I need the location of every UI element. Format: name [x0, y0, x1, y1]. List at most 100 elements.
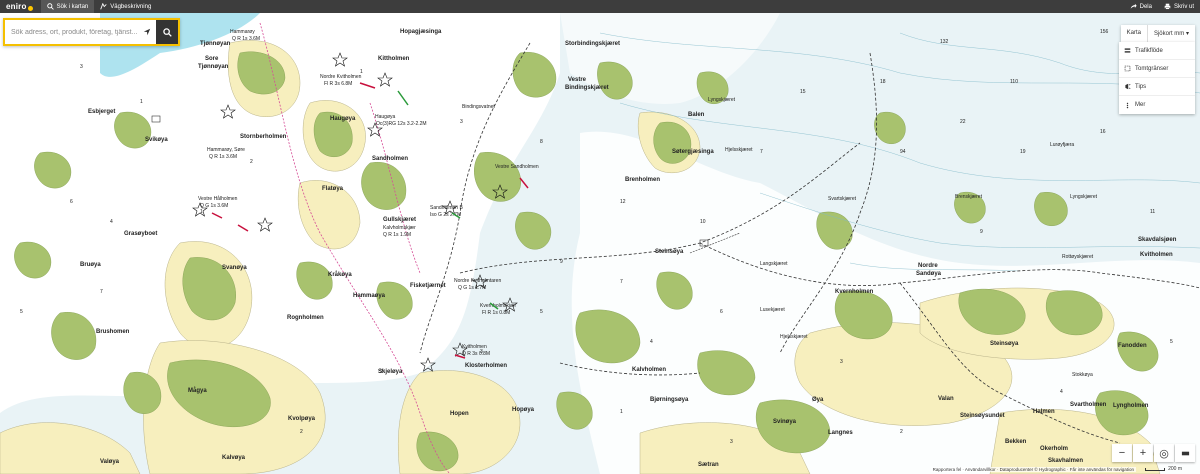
eniro-logo[interactable]: eniro [0, 2, 41, 11]
zoom-in-button[interactable]: + [1133, 444, 1153, 462]
location-arrow-icon [143, 28, 151, 36]
zoom-out-button[interactable]: − [1112, 444, 1132, 462]
svg-text:Q R 3s 0.8M: Q R 3s 0.8M [462, 351, 490, 357]
svg-text:Stokkøya: Stokkøya [1072, 372, 1093, 378]
maptype-selected-label: Sjökort mm [1153, 31, 1185, 37]
svg-text:11: 11 [1150, 209, 1155, 215]
svg-text:Storbindingskjæret: Storbindingskjæret [565, 41, 620, 47]
svg-text:9: 9 [980, 229, 983, 235]
layer-item-mer[interactable]: Mer [1119, 96, 1195, 114]
svg-text:Svartskjæret: Svartskjæret [828, 196, 857, 202]
traffic-icon [1124, 48, 1131, 53]
svg-text:132: 132 [940, 39, 949, 45]
svg-text:Svanøya: Svanøya [222, 265, 247, 271]
svg-text:Nordre Kvitholmtaren: Nordre Kvitholmtaren [454, 278, 501, 284]
svg-text:Nordre: Nordre [918, 263, 938, 269]
svg-text:Flatøya: Flatøya [322, 186, 344, 192]
svg-text:Brenholmen: Brenholmen [625, 177, 660, 183]
svg-text:Skavhalmen: Skavhalmen [1048, 458, 1083, 464]
layer-label: Tips [1135, 83, 1147, 90]
svg-text:Bekken: Bekken [1005, 439, 1027, 445]
svg-text:Fanodden: Fanodden [1118, 343, 1147, 349]
svg-text:Balen: Balen [688, 112, 705, 118]
svg-text:Kvernholmen: Kvernholmen [835, 289, 874, 295]
svg-text:Lyngskjæret: Lyngskjæret [1070, 194, 1098, 200]
svg-text:5: 5 [540, 309, 543, 315]
layer-label: Trafikflöde [1135, 47, 1163, 54]
share-button[interactable]: Dela [1124, 0, 1158, 13]
search-icon [46, 3, 54, 10]
svg-text:Stornberholmen: Stornberholmen [240, 134, 287, 140]
logo-dot-icon [27, 5, 33, 11]
maptype-option-karta[interactable]: Karta [1121, 25, 1147, 42]
svg-text:3: 3 [80, 64, 83, 70]
layer-label: Tomtgränser [1135, 65, 1169, 72]
svg-text:Tjønnøyan: Tjønnøyan [198, 64, 229, 70]
svg-text:6: 6 [70, 199, 73, 205]
svg-text:Sætran: Sætran [698, 462, 719, 468]
map-controls: − + ◎ [1112, 444, 1195, 462]
print-button[interactable]: Skriv ut [1158, 0, 1200, 13]
scale-bar-line [1145, 467, 1166, 471]
svg-text:Mågya: Mågya [188, 387, 207, 394]
svg-text:Bjørningsøya: Bjørningsøya [650, 397, 689, 403]
svg-text:Sandøya: Sandøya [916, 271, 942, 277]
nautical-chart-map[interactable]: 231 645 213 81210 71518 221916 1196 453 … [0, 13, 1200, 474]
share-icon [1130, 3, 1137, 9]
svg-text:Steinsøysundet: Steinsøysundet [960, 413, 1005, 419]
svg-text:2: 2 [300, 429, 303, 435]
locate-button[interactable]: ◎ [1154, 444, 1174, 462]
svg-text:16: 16 [1100, 129, 1106, 135]
svg-text:Hammaøya: Hammaøya [353, 293, 386, 299]
svg-text:Fl R 3s 6.8M: Fl R 3s 6.8M [324, 81, 352, 87]
svg-text:Svikøya: Svikøya [145, 137, 168, 143]
svg-text:Kalvholmen: Kalvholmen [632, 367, 666, 373]
svg-text:Svartholmen: Svartholmen [1070, 402, 1107, 408]
svg-text:Vestre Hålholmen: Vestre Hålholmen [198, 195, 238, 202]
map-attribution[interactable]: Rapportera fel · Användarvillkor · Datap… [930, 467, 1136, 472]
fullscreen-icon [1181, 451, 1189, 455]
svg-text:Kalvøya: Kalvøya [222, 455, 246, 461]
logo-text: eniro [6, 2, 27, 11]
svg-text:Tjønnøyan: Tjønnøyan [200, 41, 231, 47]
nav-search-map[interactable]: Sök i kartan [40, 0, 95, 13]
scale-label: 200 m [1168, 466, 1182, 472]
my-location-button[interactable] [138, 20, 156, 44]
svg-text:7: 7 [620, 279, 623, 285]
svg-text:Øya: Øya [812, 397, 824, 403]
search-input[interactable] [5, 20, 138, 44]
svg-text:Q R 1s 3.6M: Q R 1s 3.6M [209, 154, 237, 160]
svg-text:Okerholm: Okerholm [1040, 446, 1068, 452]
svg-text:Fisketjærnet: Fisketjærnet [410, 283, 446, 289]
svg-text:Lurøyfjæra: Lurøyfjæra [1050, 142, 1074, 148]
svg-text:Vestre Sandholmen: Vestre Sandholmen [495, 164, 539, 170]
svg-text:Langnes: Langnes [828, 430, 853, 436]
svg-text:10: 10 [700, 219, 706, 225]
svg-text:5: 5 [20, 309, 23, 315]
svg-text:Esbjerget: Esbjerget [88, 109, 115, 115]
fullscreen-button[interactable] [1175, 444, 1195, 462]
nav-route[interactable]: Vägbeskrivning [94, 0, 157, 13]
svg-text:Fl R 1s 0.8M: Fl R 1s 0.8M [482, 310, 510, 316]
layer-item-tips[interactable]: Tips [1119, 78, 1195, 96]
layer-item-trafikflode[interactable]: Trafikflöde [1119, 42, 1195, 60]
svg-text:Valan: Valan [938, 396, 954, 402]
svg-text:12: 12 [620, 199, 626, 205]
svg-text:Hammarøy: Hammarøy [230, 29, 255, 35]
layer-item-tomtgranser[interactable]: Tomtgränser [1119, 60, 1195, 78]
svg-text:Kråkøya: Kråkøya [328, 271, 352, 278]
search-icon [162, 27, 172, 37]
svg-text:Bindingskjæret: Bindingskjæret [565, 85, 609, 91]
maptype-option-sjokort[interactable]: Sjökort mm ▾ [1146, 25, 1195, 42]
svg-text:94: 94 [900, 149, 906, 155]
svg-text:3: 3 [460, 119, 463, 125]
svg-text:2: 2 [250, 159, 253, 165]
chevron-down-icon: ▾ [1185, 31, 1189, 37]
svg-text:4: 4 [110, 219, 113, 225]
svg-text:Kvitholmen: Kvitholmen [462, 344, 487, 350]
search-button[interactable] [156, 20, 178, 44]
nav-search-label: Sök i kartan [56, 3, 89, 10]
svg-text:Sore: Sore [205, 56, 219, 62]
svg-text:Q R 1s 1.9M: Q R 1s 1.9M [383, 232, 411, 238]
svg-text:1: 1 [620, 409, 623, 415]
